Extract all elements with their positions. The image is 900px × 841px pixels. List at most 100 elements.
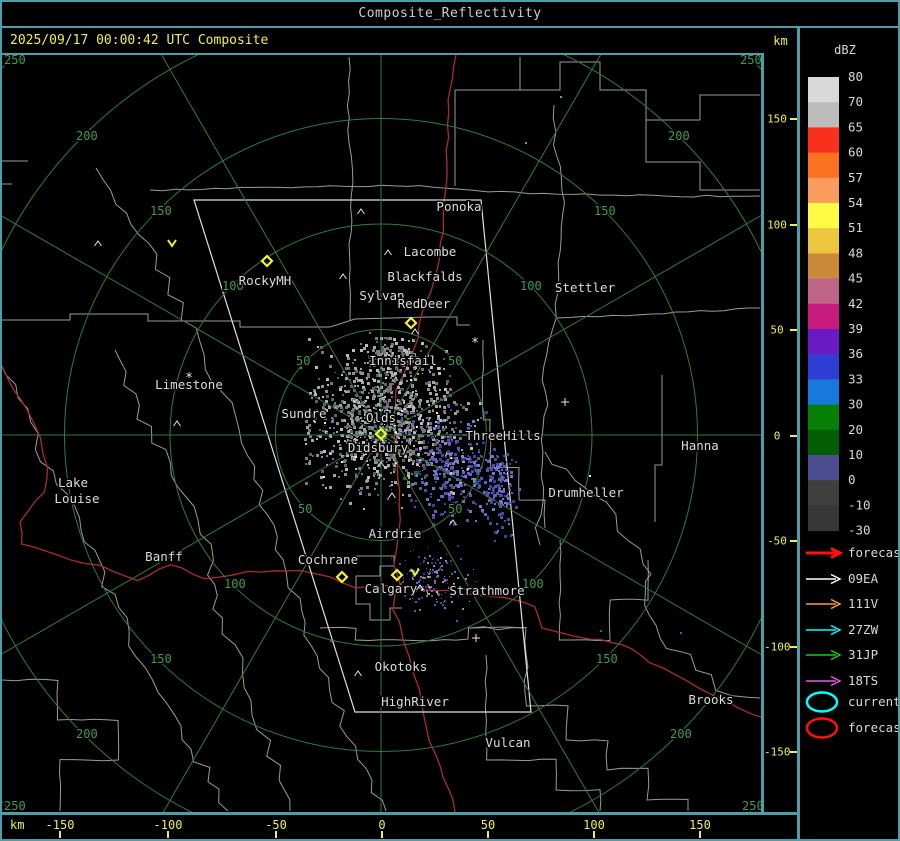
- vector-label: 09EA: [848, 571, 879, 586]
- boundary-line: [645, 120, 760, 191]
- bottom-axis-tick-mark: [593, 831, 595, 838]
- scale-value-label: 42: [848, 296, 863, 311]
- city-label: Hanna: [681, 438, 719, 453]
- scale-value-label: 39: [848, 321, 863, 336]
- caret-marker-icon: [384, 249, 392, 256]
- radar-site-diamond-icon: [260, 254, 274, 268]
- range-ring-label: 50: [298, 502, 312, 516]
- scale-color-block: [808, 152, 839, 179]
- city-label: Lake: [58, 475, 88, 490]
- storm-vector-legend: forecast 09EA 111V 27ZW 31JP 18TS: [806, 545, 898, 688]
- range-ring-label: 250: [4, 799, 26, 812]
- city-label: Didsbury: [348, 440, 409, 455]
- city-labels: PonokaLacombeBlackfaldsSylvanRedDeerStet…: [53, 198, 735, 752]
- boundary-line: [556, 307, 760, 319]
- scale-color-block: [808, 127, 839, 154]
- legend-panel-divider: [797, 28, 800, 841]
- boundary-line: [654, 375, 663, 522]
- scale-value-label: 45: [848, 271, 863, 286]
- boundary-line: [455, 57, 521, 91]
- city-label: Stettler: [555, 280, 616, 295]
- city-label: Okotoks: [375, 659, 428, 674]
- cell-ellipse-legend: current forecast: [805, 691, 898, 739]
- bottom-axis-tick-label: 100: [583, 818, 605, 832]
- scale-value-label: -30: [848, 523, 871, 538]
- scale-color-block: [808, 455, 839, 481]
- boundary-line: [346, 56, 354, 321]
- bottom-axis-unit-label: km: [10, 818, 25, 832]
- radial-spoke: [162, 434, 382, 812]
- radar-site-diamond-icon: [404, 316, 418, 330]
- right-axis-tick-mark: [790, 435, 797, 437]
- scale-color-block: [808, 253, 839, 280]
- range-ring-label: 150: [150, 204, 172, 218]
- scale-color-block: [808, 429, 839, 456]
- plus-marker-icon: [561, 398, 569, 406]
- city-label: Olds: [366, 410, 396, 425]
- city-label: ThreeHills: [465, 428, 540, 443]
- range-ring-label: 250: [4, 55, 26, 67]
- bottom-axis-tick-mark: [487, 831, 489, 838]
- map-bottom-border: [0, 812, 800, 815]
- right-axis-tick-label: 100: [767, 218, 787, 232]
- scale-value-label: 65: [848, 119, 863, 134]
- caret-marker-icon: [411, 328, 419, 335]
- caret-marker-icon: [388, 492, 396, 499]
- bottom-axis-tick-label: -150: [45, 818, 75, 832]
- scale-value-label: 30: [848, 397, 863, 412]
- radar-app-window: Composite_Reflectivity 2025/09/17 00:00:…: [0, 0, 900, 841]
- bottom-axis-tick-mark: [275, 831, 277, 838]
- city-label: Lacombe: [404, 244, 457, 259]
- bottom-axis-tick-mark: [381, 831, 383, 838]
- scale-color-block: [808, 505, 839, 532]
- range-ring-label: 150: [596, 652, 618, 666]
- right-axis-tick-label: -100: [764, 640, 791, 654]
- bottom-axis-tick-label: -50: [265, 818, 287, 832]
- timestamp-label: 2025/09/17 00:00:42 UTC Composite: [10, 33, 269, 48]
- caret-marker-icon: [339, 273, 347, 280]
- right-axis-tick-label: -150: [764, 745, 791, 759]
- city-label: Brooks: [688, 692, 733, 707]
- right-axis-tick-mark: [790, 118, 797, 120]
- right-axis-unit-label: km: [773, 34, 788, 48]
- bottom-axis-tick-mark: [167, 831, 169, 838]
- ellipse-label: current: [848, 694, 898, 709]
- dbz-color-scale: 80 70 65 60 57 54 51 48 45 42 39 36 33 30 20 10 0 -10 -30: [808, 69, 871, 538]
- right-axis-tick-mark: [790, 751, 797, 753]
- scale-value-label: 33: [848, 371, 863, 386]
- boundary-line: [319, 626, 523, 642]
- city-label: Ponoka: [436, 199, 481, 214]
- radar-map-canvas[interactable]: 250 200 150 100 50 50 100 150 200 250 50 100 150 200 2…: [0, 55, 761, 812]
- vector-label: 18TS: [848, 673, 878, 688]
- scale-value-label: 51: [848, 220, 863, 235]
- right-axis-tick-label: 50: [770, 323, 784, 337]
- scale-value-label: 70: [848, 94, 863, 109]
- bottom-axis: km -150 -100 -50 0 50 100 150: [2, 815, 797, 838]
- cell-ellipse-icon: [805, 691, 839, 713]
- window-border-top: [0, 0, 900, 2]
- radial-spoke: [0, 214, 382, 436]
- boundary-line: [558, 539, 649, 642]
- city-label: RedDeer: [398, 296, 451, 311]
- right-axis: 150 100 50 0 -50 -100 -150: [764, 55, 797, 812]
- boundary-line: [114, 349, 291, 812]
- scale-color-block: [808, 329, 839, 355]
- range-ring-label: 250: [740, 55, 761, 67]
- star-marker-icon: *: [471, 336, 479, 351]
- range-ring-label: 200: [76, 129, 98, 143]
- range-ring-label: 100: [520, 279, 542, 293]
- scale-value-label: 10: [848, 447, 863, 462]
- vector-label: 27ZW: [848, 622, 879, 637]
- city-label: RockyMH: [239, 273, 292, 288]
- right-axis-tick-mark: [790, 329, 797, 331]
- window-border-left: [0, 0, 2, 841]
- city-label: Vulcan: [485, 735, 530, 750]
- scale-value-label: 80: [848, 69, 863, 84]
- boundary-line: [95, 167, 387, 812]
- city-label: Cochrane: [298, 552, 358, 567]
- range-ring-label: 50: [448, 502, 462, 516]
- city-label: Blackfalds: [387, 269, 462, 284]
- scale-value-label: 54: [848, 195, 863, 210]
- star-marker-icon: *: [185, 371, 193, 386]
- infobar-divider: [0, 53, 764, 55]
